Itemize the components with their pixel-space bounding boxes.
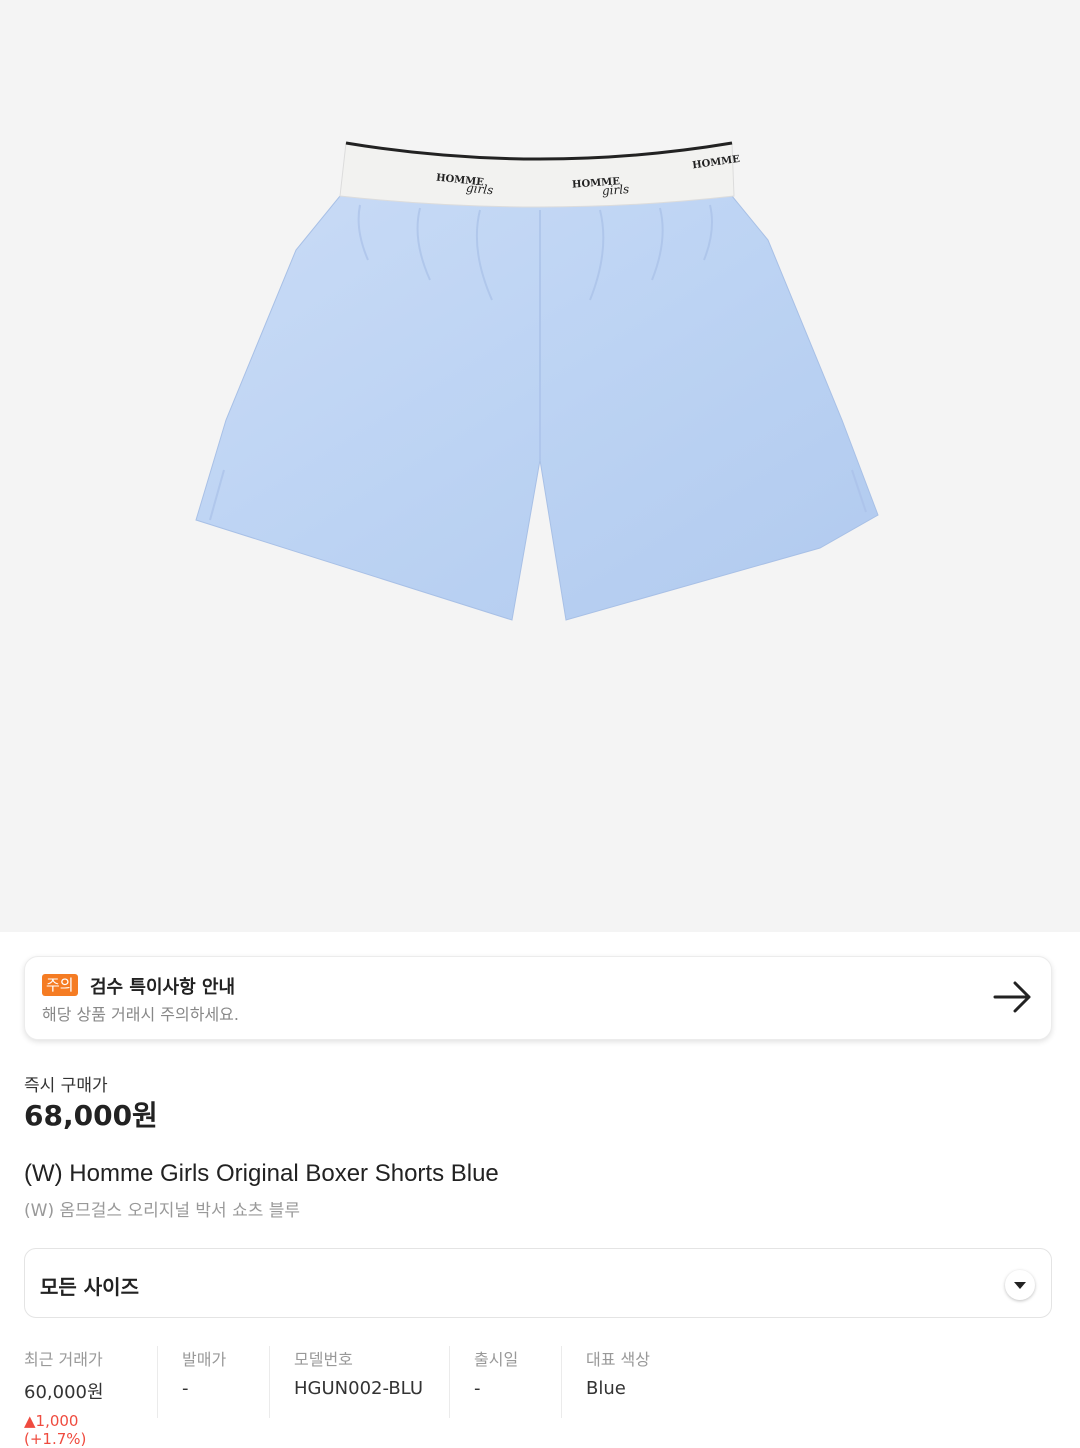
info-key: 출시일 (474, 1350, 519, 1369)
info-key: 모델번호 (294, 1350, 353, 1369)
info-value: - (474, 1378, 481, 1399)
waistband-text: girls (465, 181, 494, 198)
waistband-text: girls (601, 182, 629, 198)
product-name-en: (W) Homme Girls Original Boxer Shorts Bl… (24, 1160, 499, 1187)
product-info-row: 최근 거래가 60,000원 ▲1,000 (+1.7%) 발매가 - 모델번호… (24, 1346, 730, 1448)
product-image[interactable]: HOMME HOMME HOMME girls girls (0, 0, 1080, 932)
chevron-down-icon[interactable] (1005, 1270, 1035, 1300)
model-number: 모델번호 HGUN002-BLU (294, 1346, 450, 1418)
caution-badge: 주의 (42, 974, 78, 996)
size-select[interactable]: 모든 사이즈 (24, 1248, 1052, 1318)
notice-title: 검수 특이사항 안내 (90, 977, 236, 998)
instant-buy-price: 68,000원 (24, 1099, 158, 1132)
recent-trade-price[interactable]: 최근 거래가 60,000원 ▲1,000 (+1.7%) (24, 1346, 158, 1448)
representative-color: 대표 색상 Blue (586, 1346, 706, 1418)
release-price: 발매가 - (182, 1346, 270, 1418)
product-name-ko: (W) 옴므걸스 오리지널 박서 쇼츠 블루 (24, 1201, 301, 1221)
info-value: - (182, 1378, 189, 1399)
boxer-shorts-illustration: HOMME HOMME HOMME girls girls (195, 141, 879, 621)
info-key: 대표 색상 (586, 1350, 650, 1369)
arrow-right-icon[interactable] (993, 979, 1033, 1015)
info-value: HGUN002-BLU (294, 1378, 423, 1399)
info-value: 60,000원 (24, 1382, 104, 1403)
size-select-label: 모든 사이즈 (40, 1275, 139, 1299)
inspection-notice-card[interactable]: 주의 검수 특이사항 안내 해당 상품 거래시 주의하세요. (24, 956, 1052, 1040)
info-key: 최근 거래가 (24, 1350, 103, 1369)
price-change: ▲1,000 (+1.7%) (24, 1412, 87, 1448)
info-key: 발매가 (182, 1350, 227, 1369)
notice-subtitle: 해당 상품 거래시 주의하세요. (42, 1005, 239, 1024)
info-value: Blue (586, 1378, 626, 1399)
release-date: 출시일 - (474, 1346, 562, 1418)
instant-buy-price-label: 즉시 구매가 (24, 1076, 108, 1096)
